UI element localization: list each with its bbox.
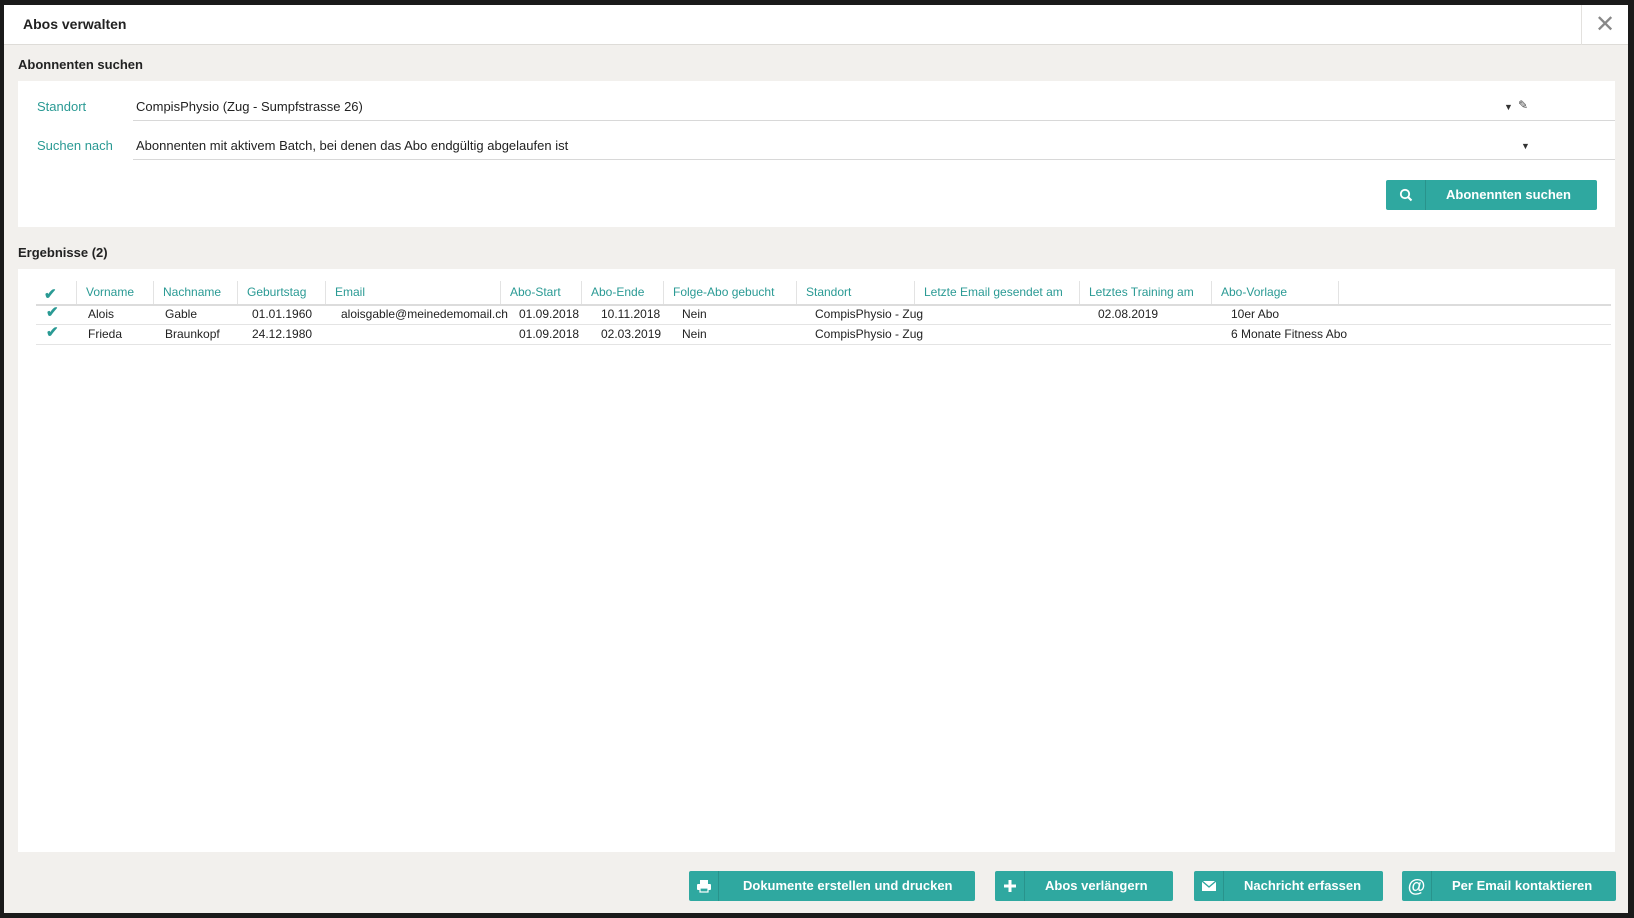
- column-header-nachname[interactable]: Nachname: [154, 281, 238, 304]
- cell-abo-start: 01.09.2018: [519, 327, 580, 341]
- row-divider: [36, 344, 1611, 345]
- envelope-icon: [1194, 871, 1224, 901]
- extend-subscriptions-button[interactable]: Abos verlängern: [995, 871, 1173, 901]
- cell-folge-abo: Nein: [682, 327, 707, 341]
- cell-email: aloisgable@meinedemomail.ch: [341, 307, 508, 321]
- results-title: Ergebnisse (2): [18, 245, 108, 260]
- column-header-folge-abo[interactable]: Folge-Abo gebucht: [664, 281, 797, 304]
- cell-abo-ende: 02.03.2019: [601, 327, 662, 341]
- suchen-nach-underline: [133, 159, 1615, 160]
- dialog-title: Abos verwalten: [23, 16, 127, 32]
- column-header-geburtstag[interactable]: Geburtstag: [238, 281, 326, 304]
- edit-pencil-icon[interactable]: ✎: [1518, 98, 1528, 112]
- column-header-email[interactable]: Email: [326, 281, 501, 304]
- suchen-nach-dropdown-icon[interactable]: ▼: [1521, 141, 1530, 151]
- abos-verwalten-dialog: Abos verwalten ✕ Abonnenten suchen Stand…: [4, 5, 1628, 913]
- cell-nachname: Braunkopf: [165, 327, 220, 341]
- header-divider: [36, 304, 1611, 306]
- at-sign-icon: @: [1402, 871, 1432, 901]
- standort-select[interactable]: CompisPhysio (Zug - Sumpfstrasse 26): [136, 99, 363, 114]
- standort-label: Standort: [37, 99, 87, 114]
- cell-folge-abo: Nein: [682, 307, 707, 321]
- cell-standort: CompisPhysio - Zug: [815, 307, 924, 321]
- search-button-label: Abonennten suchen: [1446, 187, 1571, 202]
- plus-icon: [995, 871, 1025, 901]
- extend-subscriptions-label: Abos verlängern: [1045, 878, 1148, 893]
- cell-nachname: Gable: [165, 307, 198, 321]
- cell-abo-vorlage: 10er Abo: [1231, 307, 1280, 321]
- cell-abo-start: 01.09.2018: [519, 307, 580, 321]
- column-header-standort[interactable]: Standort: [797, 281, 915, 304]
- print-documents-button[interactable]: Dokumente erstellen und drucken: [689, 871, 975, 901]
- column-header-letzte-email[interactable]: Letzte Email gesendet am: [915, 281, 1080, 304]
- create-message-button[interactable]: Nachricht erfassen: [1194, 871, 1383, 901]
- standort-dropdown-icon[interactable]: ▼: [1504, 102, 1513, 112]
- results-table: ✔ Vorname Nachname Geburtstag Email Abo-…: [18, 269, 1615, 852]
- select-all-check-icon: ✔: [44, 286, 57, 303]
- row-checkbox-check-icon[interactable]: ✔: [46, 323, 59, 341]
- cell-geburtstag: 24.12.1980: [252, 327, 313, 341]
- cell-letztes-training: 02.08.2019: [1098, 307, 1159, 321]
- row-checkbox-check-icon[interactable]: ✔: [46, 303, 59, 321]
- search-section-title: Abonnenten suchen: [18, 57, 143, 72]
- column-header-abo-start[interactable]: Abo-Start: [501, 281, 582, 304]
- email-contact-button[interactable]: @ Per Email kontaktieren: [1402, 871, 1616, 901]
- email-contact-label: Per Email kontaktieren: [1452, 878, 1593, 893]
- cell-abo-vorlage: 6 Monate Fitness Abo: [1231, 327, 1348, 341]
- printer-icon: [689, 871, 719, 901]
- cell-geburtstag: 01.01.1960: [252, 307, 313, 321]
- column-header-abo-ende[interactable]: Abo-Ende: [582, 281, 664, 304]
- close-button[interactable]: ✕: [1581, 5, 1628, 45]
- row-divider: [36, 324, 1611, 325]
- column-header-letztes-training[interactable]: Letztes Training am: [1080, 281, 1212, 304]
- cell-vorname: Alois: [88, 307, 115, 321]
- search-icon: [1386, 180, 1426, 210]
- suchen-nach-select[interactable]: Abonnenten mit aktivem Batch, bei denen …: [136, 138, 568, 153]
- cell-abo-ende: 10.11.2018: [601, 307, 661, 321]
- print-documents-label: Dokumente erstellen und drucken: [743, 878, 953, 893]
- standort-underline: [133, 120, 1615, 121]
- cell-standort: CompisPhysio - Zug: [815, 327, 924, 341]
- column-header-abo-vorlage[interactable]: Abo-Vorlage: [1212, 281, 1339, 304]
- search-subscribers-button[interactable]: Abonennten suchen: [1386, 180, 1597, 210]
- create-message-label: Nachricht erfassen: [1244, 878, 1362, 893]
- search-panel: Standort CompisPhysio (Zug - Sumpfstrass…: [18, 81, 1615, 227]
- close-icon: ✕: [1594, 11, 1616, 38]
- cell-vorname: Frieda: [88, 327, 123, 341]
- select-all-header[interactable]: ✔: [36, 281, 77, 304]
- suchen-nach-label: Suchen nach: [37, 138, 113, 153]
- dialog-header: Abos verwalten ✕: [4, 5, 1628, 45]
- column-header-vorname[interactable]: Vorname: [77, 281, 154, 304]
